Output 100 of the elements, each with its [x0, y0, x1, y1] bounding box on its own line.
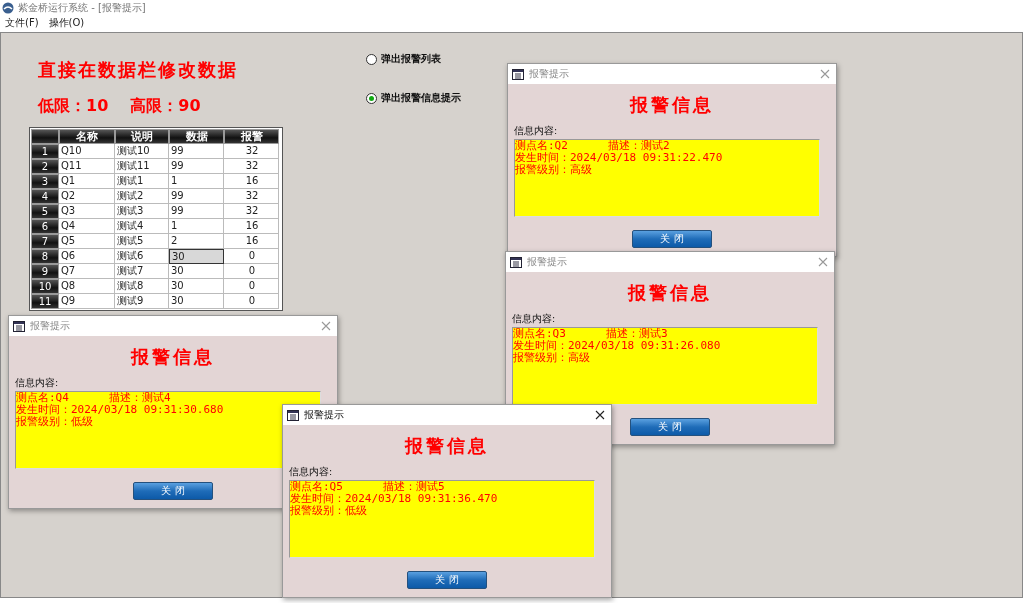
point-name: 测点名:Q2 — [515, 139, 568, 152]
point-description: 描述：测试4 — [108, 391, 171, 404]
table-cell[interactable]: Q10 — [59, 144, 115, 159]
row-header[interactable]: 10 — [31, 279, 59, 294]
column-header[interactable]: 说明 — [115, 129, 169, 144]
table-cell[interactable]: 99 — [169, 144, 224, 159]
close-button[interactable]: 关 闭 — [133, 482, 213, 500]
window-title: 紫金桥运行系统 - [报警提示] — [18, 1, 146, 15]
table-cell[interactable]: Q1 — [59, 174, 115, 189]
table-cell[interactable]: 32 — [224, 144, 279, 159]
table-cell[interactable]: 测试9 — [115, 294, 169, 309]
alarm-level: 报警级别：高级 — [513, 352, 590, 364]
row-header[interactable]: 6 — [31, 219, 59, 234]
table-cell[interactable]: Q2 — [59, 189, 115, 204]
column-header[interactable]: 数据 — [169, 129, 224, 144]
low-limit-label: 低限： — [38, 96, 86, 117]
table-cell[interactable]: Q5 — [59, 234, 115, 249]
menu-item[interactable]: 操作(O) — [48, 16, 85, 30]
row-header[interactable]: 1 — [31, 144, 59, 159]
table-cell[interactable]: 30 — [169, 294, 224, 309]
table-cell[interactable]: 99 — [169, 159, 224, 174]
point-name: 测点名:Q3 — [513, 327, 566, 340]
window-icon — [287, 409, 299, 421]
radio-label[interactable]: 弹出报警列表 — [381, 52, 441, 66]
occurrence-time: 发生时间：2024/03/18 09:31:26.080 — [513, 340, 721, 352]
row-header[interactable]: 11 — [31, 294, 59, 309]
table-cell[interactable]: 0 — [224, 264, 279, 279]
heading: 直接在数据栏修改数据 — [37, 58, 239, 82]
table-cell[interactable]: 16 — [224, 234, 279, 249]
table-cell[interactable]: 32 — [224, 189, 279, 204]
table-cell[interactable]: 测试5 — [115, 234, 169, 249]
close-icon[interactable] — [595, 410, 605, 420]
point-name: 测点名:Q5 — [290, 480, 343, 493]
radio-label[interactable]: 弹出报警信息提示 — [381, 91, 461, 105]
table-cell[interactable]: Q6 — [59, 249, 115, 264]
alarm-heading: 报警信息 — [626, 281, 713, 305]
table-cell[interactable]: 测试7 — [115, 264, 169, 279]
row-header[interactable]: 9 — [31, 264, 59, 279]
table-cell[interactable]: 99 — [169, 204, 224, 219]
table-cell[interactable]: 测试1 — [115, 174, 169, 189]
window-icon — [512, 68, 524, 80]
table-cell[interactable]: 测试3 — [115, 204, 169, 219]
table-cell[interactable]: 测试8 — [115, 279, 169, 294]
content-label: 信息内容: — [514, 125, 559, 138]
alarm-level: 报警级别：高级 — [515, 164, 592, 176]
close-button[interactable]: 关 闭 — [407, 571, 487, 589]
row-header[interactable]: 2 — [31, 159, 59, 174]
window-icon — [13, 320, 25, 332]
point-name: 测点名:Q4 — [16, 391, 69, 404]
table-cell[interactable]: 测试10 — [115, 144, 169, 159]
table-cell[interactable]: 32 — [224, 159, 279, 174]
row-header[interactable]: 4 — [31, 189, 59, 204]
table-cell[interactable]: 测试4 — [115, 219, 169, 234]
row-header[interactable]: 5 — [31, 204, 59, 219]
alarm-heading: 报警信息 — [628, 93, 715, 117]
table-cell[interactable]: 16 — [224, 219, 279, 234]
table-cell[interactable]: 1 — [169, 219, 224, 234]
table-cell[interactable]: Q11 — [59, 159, 115, 174]
content-label: 信息内容: — [15, 377, 60, 390]
table-cell[interactable]: 30 — [169, 279, 224, 294]
column-header[interactable]: 名称 — [59, 129, 115, 144]
corner-header — [31, 129, 59, 144]
alarm-level: 报警级别：低级 — [16, 416, 93, 428]
table-cell[interactable]: 1 — [169, 174, 224, 189]
high-limit-label: 高限： — [130, 96, 179, 117]
table-cell[interactable]: 测试11 — [115, 159, 169, 174]
table-cell[interactable]: Q7 — [59, 264, 115, 279]
table-cell[interactable]: Q3 — [59, 204, 115, 219]
table-cell[interactable]: Q4 — [59, 219, 115, 234]
window-icon — [510, 256, 522, 268]
table-cell[interactable]: 30 — [169, 264, 224, 279]
table-cell[interactable]: 99 — [169, 189, 224, 204]
close-button[interactable]: 关 闭 — [632, 230, 712, 248]
table-cell[interactable]: 0 — [224, 294, 279, 309]
row-header[interactable]: 7 — [31, 234, 59, 249]
radio-button[interactable] — [366, 53, 377, 65]
table-cell[interactable]: 32 — [224, 204, 279, 219]
dialog-title: 报警提示 — [30, 319, 71, 333]
table-cell[interactable]: Q8 — [59, 279, 115, 294]
table-cell[interactable]: 测试2 — [115, 189, 169, 204]
content-label: 信息内容: — [289, 466, 334, 479]
row-header[interactable]: 8 — [31, 249, 59, 264]
table-cell[interactable]: 16 — [224, 174, 279, 189]
alarm-heading: 报警信息 — [403, 434, 490, 458]
point-description: 描述：测试3 — [605, 327, 668, 340]
table-cell[interactable]: Q9 — [59, 294, 115, 309]
alarm-heading: 报警信息 — [129, 345, 216, 369]
row-header[interactable]: 3 — [31, 174, 59, 189]
menu-item[interactable]: 文件(F) — [5, 16, 39, 30]
column-header[interactable]: 报警 — [224, 129, 279, 144]
dialog-title: 报警提示 — [527, 255, 568, 269]
table-cell[interactable]: 0 — [224, 279, 279, 294]
occurrence-time: 发生时间：2024/03/18 09:31:36.470 — [290, 493, 498, 505]
occurrence-time: 发生时间：2024/03/18 09:31:22.470 — [515, 152, 723, 164]
close-button[interactable]: 关 闭 — [630, 418, 710, 436]
high-limit-value: 90 — [178, 96, 201, 117]
table-cell[interactable]: 30 — [169, 249, 224, 264]
table-cell[interactable]: 0 — [224, 249, 279, 264]
occurrence-time: 发生时间：2024/03/18 09:31:30.680 — [16, 404, 224, 416]
radio-button[interactable] — [366, 92, 377, 104]
